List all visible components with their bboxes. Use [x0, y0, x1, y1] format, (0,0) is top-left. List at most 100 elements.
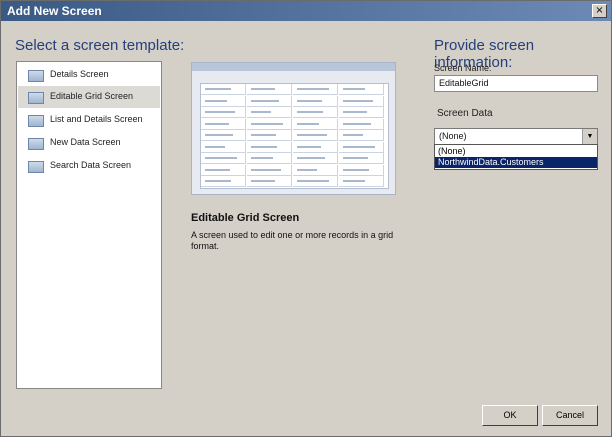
- preview-grid-cell: [247, 84, 292, 95]
- preview-grid-cell: [339, 84, 384, 95]
- screen-data-value: (None): [439, 131, 467, 141]
- preview-grid-cell: [247, 95, 292, 107]
- template-item-label: New Data Screen: [50, 137, 121, 147]
- screen-data-dropdown[interactable]: (None) ▼: [434, 128, 598, 145]
- preview-grid: [200, 83, 389, 189]
- details-screen-icon: [28, 70, 44, 82]
- template-item-search-data[interactable]: Search Data Screen: [18, 155, 160, 177]
- cancel-button[interactable]: Cancel: [542, 405, 598, 426]
- preview-grid-placeholder: [205, 88, 231, 90]
- search-data-icon: [28, 161, 44, 173]
- preview-grid-cell: [201, 95, 246, 107]
- template-item-list-details[interactable]: List and Details Screen: [18, 109, 160, 131]
- preview-grid-placeholder: [251, 145, 277, 148]
- preview-grid-placeholder: [343, 145, 375, 148]
- preview-grid-cell: [247, 107, 292, 118]
- preview-grid-placeholder: [205, 168, 230, 171]
- preview-grid-placeholder: [205, 145, 225, 148]
- title-bar: Add New Screen ×: [1, 1, 611, 21]
- preview-grid-cell: [339, 164, 384, 176]
- preview-grid-cell: [339, 141, 384, 153]
- preview-grid-placeholder: [297, 122, 319, 125]
- preview-grid-cell: [247, 130, 292, 141]
- preview-grid-cell: [293, 164, 338, 176]
- preview-grid-cell: [293, 130, 338, 141]
- preview-grid-placeholder: [251, 122, 283, 125]
- preview-grid-placeholder: [251, 180, 275, 182]
- preview-grid-placeholder: [251, 168, 281, 171]
- preview-grid-placeholder: [205, 111, 235, 113]
- preview-grid-cell: [293, 141, 338, 153]
- preview-grid-placeholder: [343, 111, 367, 113]
- template-item-new-data[interactable]: New Data Screen: [18, 132, 160, 154]
- preview-grid-cell: [339, 153, 384, 164]
- preview-grid-cell: [339, 130, 384, 141]
- preview-grid-placeholder: [205, 122, 229, 125]
- screen-name-value: EditableGrid: [439, 78, 489, 88]
- preview-grid-placeholder: [205, 99, 227, 102]
- preview-grid-placeholder: [251, 111, 271, 113]
- option-none[interactable]: (None): [435, 146, 597, 157]
- preview-grid-placeholder: [251, 134, 276, 136]
- preview-grid-cell: [201, 153, 246, 164]
- preview-grid-cell: [247, 153, 292, 164]
- preview-grid-cell: [293, 107, 338, 118]
- preview-title: Editable Grid Screen: [191, 212, 300, 224]
- preview-grid-cell: [247, 118, 292, 130]
- template-item-editable-grid[interactable]: Editable Grid Screen: [18, 86, 160, 108]
- preview-grid-cell: [339, 107, 384, 118]
- preview-grid-placeholder: [297, 157, 325, 159]
- option-northwind-customers[interactable]: NorthwindData.Customers: [435, 157, 597, 168]
- close-icon[interactable]: ×: [592, 4, 607, 18]
- preview-header-bar: [192, 63, 395, 71]
- preview-grid-cell: [201, 107, 246, 118]
- preview-grid-placeholder: [343, 168, 369, 171]
- preview-grid-cell: [293, 153, 338, 164]
- add-new-screen-dialog: Add New Screen × Select a screen templat…: [0, 0, 612, 437]
- ok-button[interactable]: OK: [482, 405, 538, 426]
- screen-name-label: Screen Name:: [434, 63, 492, 73]
- list-details-icon: [28, 115, 44, 127]
- preview-grid-cell: [201, 164, 246, 176]
- template-list: Details Screen Editable Grid Screen List…: [16, 61, 162, 389]
- preview-grid-placeholder: [297, 111, 323, 113]
- preview-grid-placeholder: [343, 88, 365, 90]
- template-item-label: Editable Grid Screen: [50, 91, 134, 101]
- screen-data-label: Screen Data: [437, 108, 493, 119]
- screen-name-input[interactable]: EditableGrid: [434, 75, 598, 92]
- preview-grid-placeholder: [251, 157, 273, 159]
- preview-grid-cell: [201, 84, 246, 95]
- preview-grid-placeholder: [205, 180, 231, 182]
- preview-grid-placeholder: [297, 145, 321, 148]
- preview-grid-placeholder: [251, 88, 275, 90]
- template-heading: Select a screen template:: [15, 37, 185, 54]
- preview-grid-cell: [201, 141, 246, 153]
- preview-description: A screen used to edit one or more record…: [191, 230, 394, 251]
- preview-grid-placeholder: [297, 168, 317, 171]
- preview-grid-cell: [293, 118, 338, 130]
- preview-grid-placeholder: [343, 99, 373, 102]
- preview-grid-placeholder: [251, 99, 279, 102]
- dialog-title: Add New Screen: [7, 4, 102, 18]
- option-label: NorthwindData.Customers: [438, 157, 544, 167]
- preview-grid-cell: [247, 164, 292, 176]
- preview-grid-cell: [247, 141, 292, 153]
- preview-grid-cell: [293, 95, 338, 107]
- preview-grid-placeholder: [297, 99, 322, 102]
- preview-grid-cell: [201, 118, 246, 130]
- preview-grid-cell: [201, 130, 246, 141]
- preview-grid-placeholder: [205, 134, 233, 136]
- preview-grid-cell: [339, 118, 384, 130]
- preview-grid-placeholder: [205, 157, 237, 159]
- preview-grid-cell: [293, 176, 338, 187]
- template-item-details[interactable]: Details Screen: [18, 64, 160, 86]
- template-item-label: Details Screen: [50, 69, 109, 79]
- preview-grid-placeholder: [343, 134, 363, 136]
- preview-grid-cell: [247, 176, 292, 187]
- preview-grid-placeholder: [297, 134, 327, 136]
- preview-grid-placeholder: [297, 180, 329, 182]
- chevron-down-icon[interactable]: ▼: [582, 129, 597, 144]
- preview-grid-placeholder: [343, 180, 365, 182]
- preview-grid-placeholder: [297, 88, 329, 90]
- preview-grid-placeholder: [343, 122, 371, 125]
